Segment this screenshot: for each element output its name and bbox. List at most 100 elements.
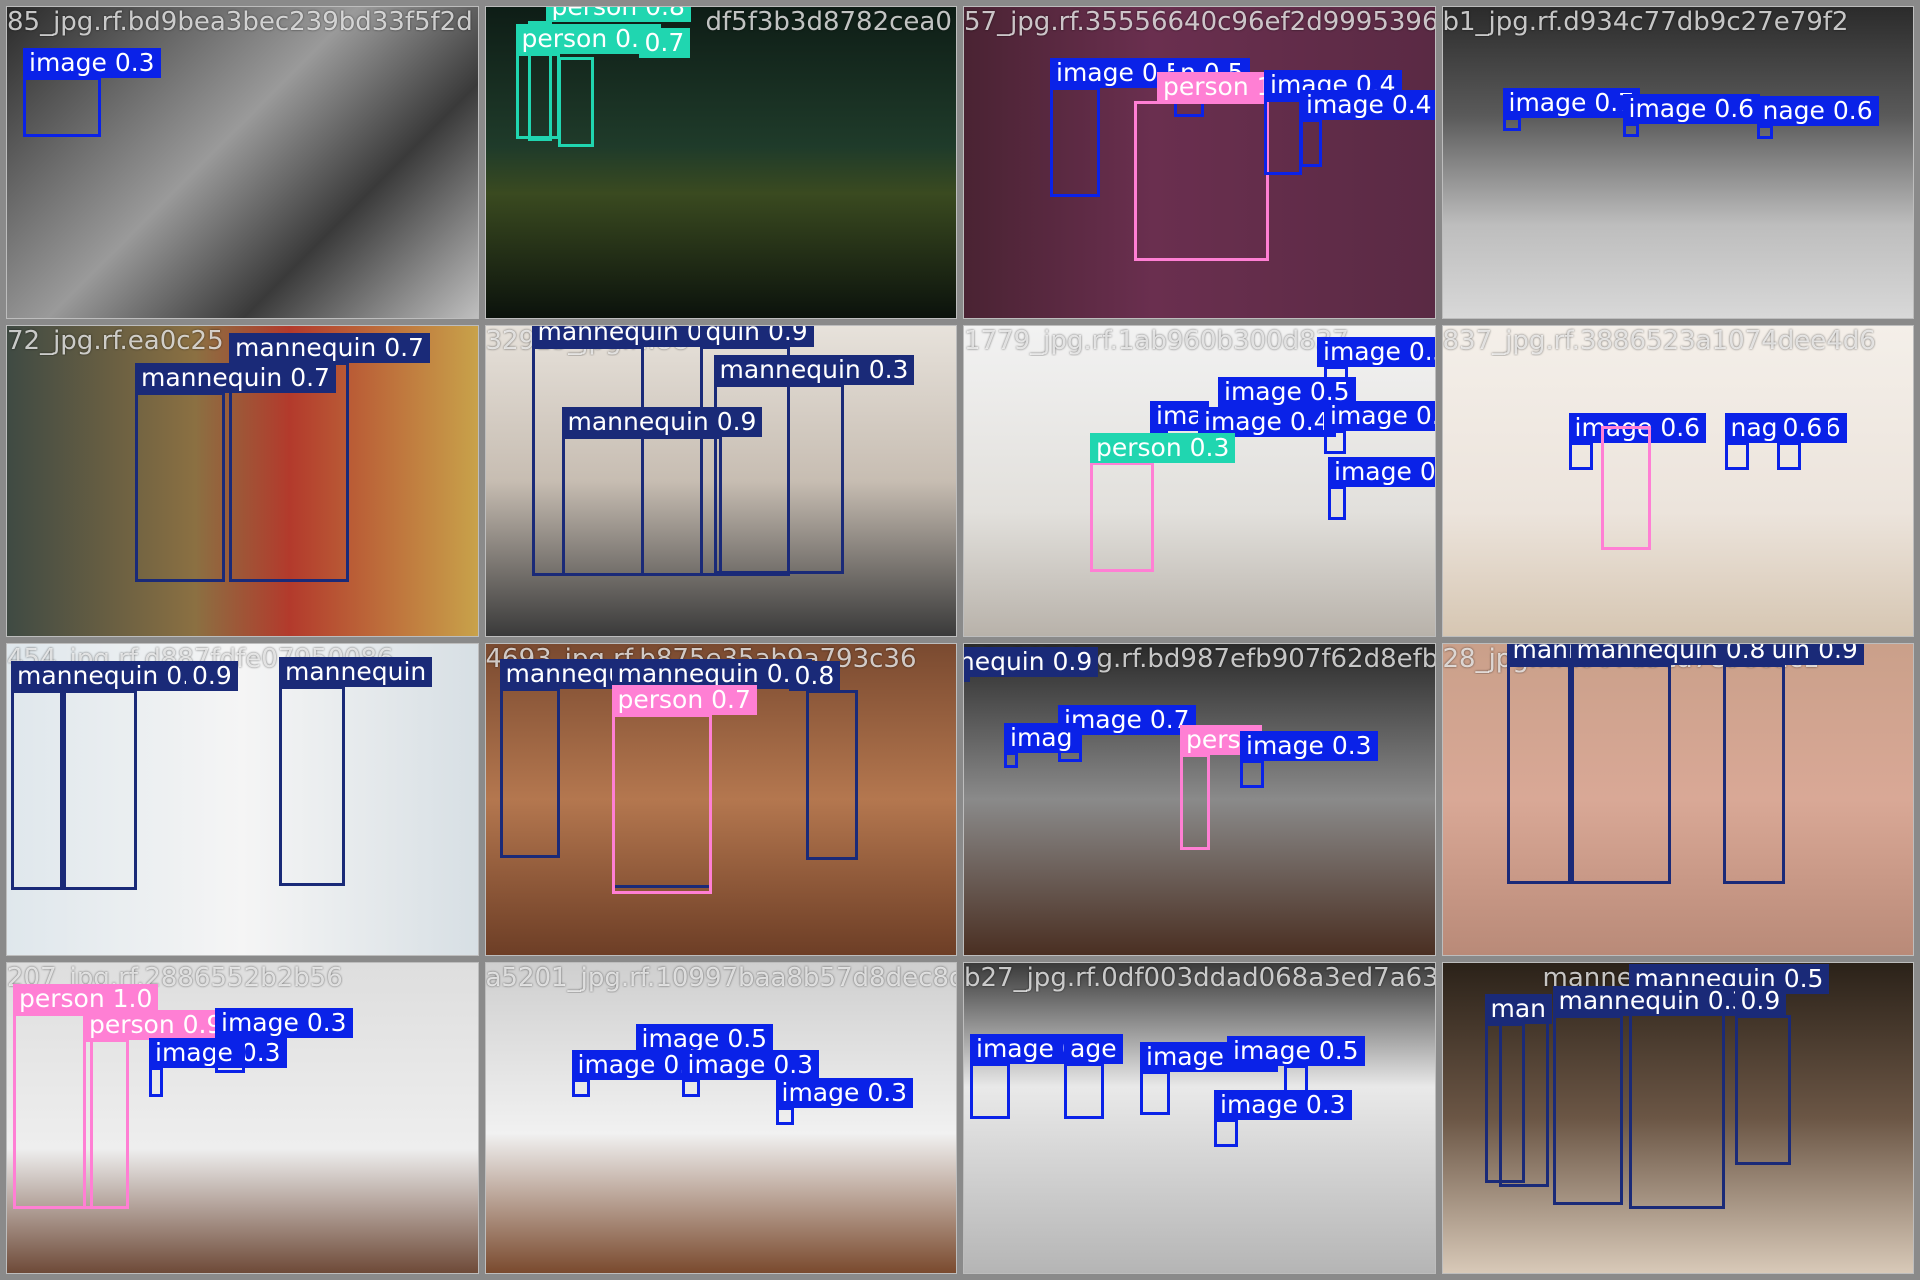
detection-box: mann — [1506, 643, 1590, 884]
tile-1[interactable]: 85_jpg.rf.bd9bea3bec239bd33f5f2d image 0… — [6, 6, 479, 319]
detection-box: image 0.3 — [23, 48, 161, 137]
tile-7[interactable]: 1779_jpg.rf.1ab960b300d837 image 0.5 ima… — [963, 324, 1436, 637]
tile-6[interactable]: 32915_jpg.rf.88 mannequin 0.9 quin 0.9 m… — [484, 324, 957, 637]
detection-label: mannequin 0.3 — [713, 354, 915, 385]
detection-label: uin 0.9 — [1765, 643, 1864, 665]
detection-label: mannequin — [279, 657, 433, 687]
filename: 85_jpg.rf.bd9bea3bec239bd33f5f2d — [7, 7, 473, 37]
filename: 837_jpg.rf.3886523a1074dee4d6 — [1442, 325, 1876, 356]
detection-label: mannequin 0.7 — [229, 332, 430, 363]
tile-5[interactable]: 72_jpg.rf.ea0c25 mannequin 0.7 mannequin… — [6, 324, 479, 637]
tile-2[interactable]: df5f3b3d8782cea0 person 0.8 person 0.6 0… — [484, 6, 957, 319]
detection-label: 0.7 — [638, 28, 691, 58]
tile-image — [1442, 7, 1913, 318]
detection-label: image 0.3 — [23, 48, 161, 78]
detection-label: image 0.5 — [1227, 1035, 1365, 1066]
detection-label: image 0.3 — [681, 1049, 820, 1080]
detection-box: nnequin 0.9 — [963, 647, 1099, 682]
detection-box: mannequin 0.5 — [1628, 963, 1830, 1209]
tile-13[interactable]: 207_jpg.rf.2886552b2b56 person 1.0 perso… — [6, 961, 479, 1274]
tile-8[interactable]: 837_jpg.rf.3886523a1074dee4d6 image 0.6 … — [1441, 324, 1914, 637]
detection-label: nage 0.6 — [1756, 96, 1879, 126]
detection-label: image 0.6 — [1324, 400, 1435, 431]
detection-label: image 0.3 — [1240, 731, 1378, 761]
detection-box: mannequin 0.7 — [135, 362, 336, 582]
detection-label: image 0.7 — [1058, 705, 1196, 735]
detection-label: 0.9 — [1734, 985, 1787, 1016]
detection-box: age — [1064, 1033, 1123, 1119]
detection-box: image 0.3 — [681, 1049, 820, 1097]
tile-image — [964, 962, 1435, 1273]
detection-box: 0.7 — [557, 28, 691, 147]
detection-label: image 0.3 — [215, 1007, 353, 1038]
detection-label: 0.9 — [186, 661, 238, 691]
detection-box: mannequin 0.8 — [1570, 643, 1772, 884]
detection-label: image 0.5 — [1317, 336, 1435, 367]
tile-11[interactable]: 18_207_jpg.rf.bd987efb907f62d8efbacf28 n… — [963, 643, 1436, 956]
detection-label: mannequin 0.3 — [1552, 985, 1754, 1016]
filename: b1_jpg.rf.d934c77db9c27e79f2 — [1442, 7, 1849, 37]
detection-label: person 0.9 — [83, 1009, 229, 1040]
tile-9[interactable]: 454_jpg.rf.d887fdfe07950086 mannequin 0.… — [6, 643, 479, 956]
detection-box: image 0.3 — [215, 1007, 353, 1073]
tile-4[interactable]: b1_jpg.rf.d934c77db9c27e79f2 image 0.7 i… — [1441, 6, 1914, 319]
detection-label: mannequin 0.9 — [11, 661, 212, 691]
detection-box: 0.6 — [1776, 412, 1829, 470]
tile-15[interactable]: b27_jpg.rf.0df003ddad068a3ed7a632 image … — [963, 961, 1436, 1274]
detection-box: image 0.3 — [571, 1049, 710, 1097]
tile-3[interactable]: 57_jpg.rf.35556640c96ef2d99953961b image… — [963, 6, 1436, 319]
detection-box: image 0.6 — [1622, 94, 1761, 137]
detection-label: image 0.4 — [1300, 90, 1435, 120]
detection-label: image 0.3 — [1328, 456, 1435, 487]
detection-label: mannequin 0.8 — [1570, 643, 1772, 665]
detection-label: image 0.7 — [1502, 88, 1641, 118]
detection-box: image 0.3 — [1140, 1041, 1278, 1115]
detection-label: age — [1064, 1033, 1123, 1064]
detection-box: uin 0.9 — [1722, 643, 1864, 884]
detection-box: 0.9 — [1734, 985, 1791, 1165]
detection-box: person 0.3 — [1090, 432, 1236, 572]
detection-box: image 0.3 — [1328, 456, 1435, 520]
detection-grid: 85_jpg.rf.bd9bea3bec239bd33f5f2d image 0… — [0, 0, 1920, 1280]
detection-box: nage 0.6 — [1724, 412, 1847, 470]
tile-10[interactable]: 4693_jpg.rf.b875e35ab9a793c36 mannequi m… — [484, 643, 957, 956]
detection-box: 0.8 — [788, 661, 858, 860]
detection-box: person 0.6 — [515, 24, 661, 139]
filename: df5f3b3d8782cea0 — [705, 7, 952, 37]
detection-label: nnequin 0.9 — [963, 647, 1099, 677]
detection-box: image 0.5 — [1227, 1035, 1365, 1093]
detection-box: person 1.0 — [1134, 72, 1303, 261]
detection-box: person 0.9 — [83, 1009, 229, 1209]
detection-label: person 0.7 — [611, 685, 757, 715]
tile-image — [1442, 325, 1913, 636]
detection-label: person 0.3 — [1090, 432, 1236, 463]
detection-label: person 0.8 — [545, 6, 691, 22]
detection-box: 0.9 — [63, 661, 238, 890]
detection-box: image 0.5 — [1050, 58, 1188, 197]
detection-box: image 0.4 — [1300, 90, 1435, 167]
detection-label: image 0.6 — [1622, 94, 1761, 124]
detection-box: image 0.3 — [775, 1077, 914, 1125]
detection-label: man — [1484, 993, 1553, 1024]
detection-label: mannequin 0.7 — [135, 362, 336, 393]
detection-label: image 0.3 — [775, 1077, 914, 1108]
detection-box: perso — [1180, 725, 1262, 850]
detection-label: quin 0.9 — [699, 325, 814, 347]
detection-box: image 0.3 — [149, 1037, 287, 1097]
filename: 1779_jpg.rf.1ab960b300d837 — [964, 325, 1349, 356]
detection-box: image 0.3 — [1240, 731, 1378, 788]
detection-box: imag — [1004, 723, 1079, 768]
tile-14[interactable]: a5201_jpg.rf.10997baa8b57d8dec8da image … — [484, 961, 957, 1274]
tile-16[interactable]: mannequin 0.3 imac mannequin 0.5 mannequ… — [1441, 961, 1914, 1274]
person-box — [1600, 425, 1651, 550]
filename: a5201_jpg.rf.10997baa8b57d8dec8da — [485, 962, 957, 993]
detection-box: mannequin 0.9 — [11, 661, 212, 890]
detection-box: person 1.0 — [13, 983, 159, 1209]
tile-12[interactable]: 28_jpg.rf.d967d5ca7e9ecdc1 mann mannequi… — [1441, 643, 1914, 956]
detection-label: 0.6 — [1776, 412, 1829, 443]
tile-image — [485, 962, 956, 1273]
detection-box: mannequin — [279, 657, 433, 886]
detection-box: image 0.6 — [1324, 400, 1435, 454]
detection-box: person 0.7 — [611, 685, 757, 894]
detection-label: mannequin 0.9 — [561, 406, 763, 437]
